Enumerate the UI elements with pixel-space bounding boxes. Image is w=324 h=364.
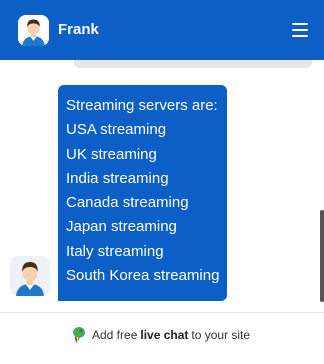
message-line: USA streaming [66, 121, 167, 139]
message-line: UK streaming [66, 145, 157, 163]
add-live-chat-link[interactable]: Add free live chat to your site [72, 325, 250, 345]
agent-avatar-icon [10, 256, 50, 296]
chat-widget: Frank Streaming servers are: USA streami… [0, 0, 324, 364]
agent-avatar-icon [18, 15, 49, 46]
message-line: India streaming [66, 169, 169, 187]
footer-suffix: to your site [191, 328, 251, 342]
chat-footer: Add free live chat to your site [0, 313, 324, 364]
message-line: Streaming servers are: [66, 97, 218, 114]
message-line: South Korea streaming [66, 267, 220, 285]
hamburger-menu-icon[interactable] [288, 18, 312, 42]
message-line: Italy streaming [66, 242, 164, 260]
message-line: Canada streaming [66, 194, 189, 212]
chat-header: Frank [0, 0, 324, 60]
message-list[interactable]: Streaming servers are: USA streaming UK … [0, 60, 324, 312]
message-line: Japan streaming [66, 218, 177, 236]
footer-prefix: Add free [92, 328, 138, 342]
footer-highlight: live chat [140, 328, 189, 342]
bot-message-bubble: Streaming servers are: USA streaming UK … [58, 85, 227, 302]
chat-scrollbar[interactable] [320, 210, 324, 302]
livechat-brand-icon [72, 326, 86, 344]
agent-name: Frank [58, 21, 99, 38]
previous-message-bubble [74, 60, 312, 68]
